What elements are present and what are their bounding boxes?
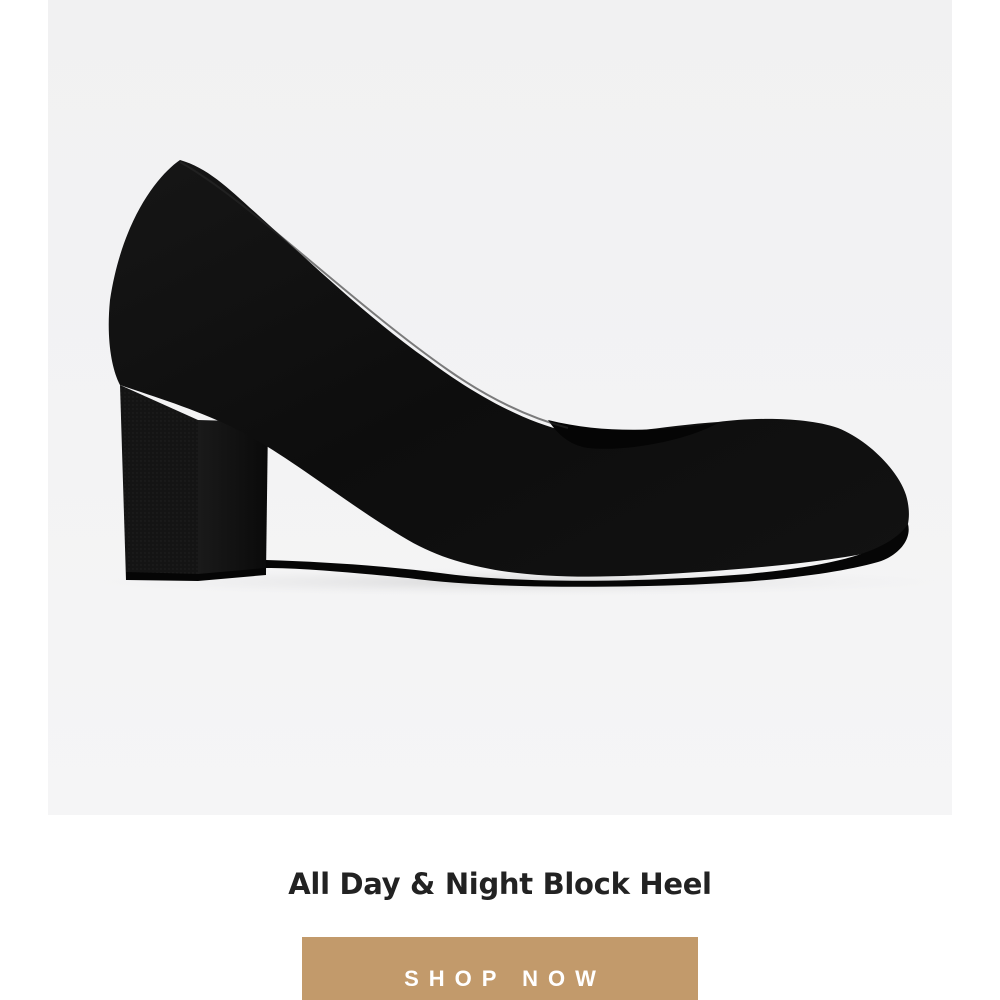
shop-now-label: SHOP NOW bbox=[404, 966, 606, 991]
shop-now-button[interactable]: SHOP NOW bbox=[302, 937, 698, 1000]
heel-side-face bbox=[198, 420, 268, 578]
heel-front-face bbox=[120, 385, 198, 580]
product-image[interactable] bbox=[48, 0, 952, 815]
product-title[interactable]: All Day & Night Block Heel bbox=[0, 862, 1000, 906]
product-card: All Day & Night Block Heel SHOP NOW bbox=[0, 0, 1000, 1000]
block-heel-shoe-illustration bbox=[98, 160, 938, 596]
